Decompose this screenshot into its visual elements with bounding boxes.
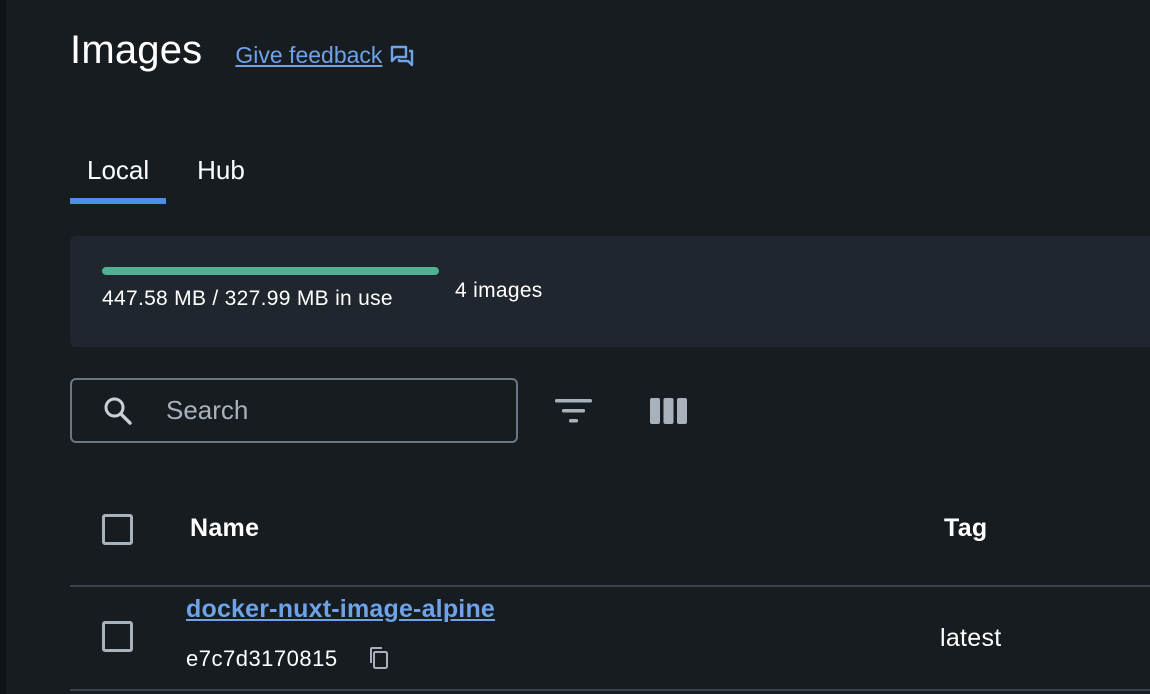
copy-icon[interactable]	[367, 645, 391, 671]
column-header-tag[interactable]: Tag	[944, 514, 988, 543]
disk-usage-panel: 447.58 MB / 327.99 MB in use 4 images	[70, 236, 1150, 347]
search-field[interactable]	[70, 378, 518, 443]
give-feedback-label: Give feedback	[235, 42, 383, 68]
image-id: e7c7d3170815	[186, 646, 338, 671]
select-all-checkbox[interactable]	[102, 514, 133, 545]
column-header-name[interactable]: Name	[190, 514, 259, 543]
disk-usage-bar	[102, 267, 439, 275]
page-title: Images	[70, 28, 203, 72]
image-count: 4 images	[455, 279, 543, 302]
row-checkbox[interactable]	[102, 621, 133, 652]
give-feedback-link[interactable]: Give feedback	[235, 42, 414, 69]
image-name-link[interactable]: docker-nuxt-image-alpine	[186, 595, 495, 624]
page-header: Images Give feedback	[70, 28, 414, 73]
image-tag: latest	[940, 624, 1002, 652]
filter-icon[interactable]	[554, 396, 594, 426]
table-header: Name Tag	[70, 488, 1150, 587]
tab-local[interactable]: Local	[70, 148, 167, 204]
search-icon	[102, 395, 134, 427]
app-sidebar-edge	[0, 0, 6, 694]
feedback-chat-icon	[390, 45, 414, 67]
columns-icon[interactable]	[649, 396, 689, 426]
disk-usage-text: 447.58 MB / 327.99 MB in use	[102, 287, 393, 310]
tab-hub[interactable]: Hub	[180, 148, 262, 204]
disk-usage-bar-fill	[102, 267, 439, 275]
table-row[interactable]: docker-nuxt-image-alpine e7c7d3170815 la…	[70, 587, 1150, 691]
search-input[interactable]	[164, 394, 468, 427]
image-tabs: Local Hub	[70, 148, 262, 204]
